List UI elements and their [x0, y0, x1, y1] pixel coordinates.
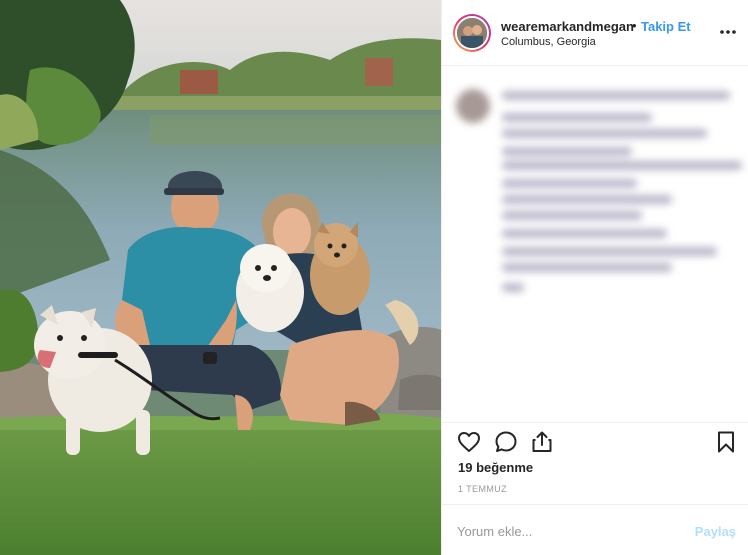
separator-dot: •: [632, 18, 637, 33]
post-photo[interactable]: [0, 0, 441, 555]
avatar[interactable]: [453, 14, 491, 52]
avatar-image: [455, 16, 489, 50]
location-link[interactable]: Columbus, Georgia: [501, 36, 596, 48]
blurred-line: [502, 113, 652, 122]
post-comment-button[interactable]: Paylaş: [695, 524, 736, 539]
heart-icon[interactable]: [456, 429, 482, 455]
bookmark-icon[interactable]: [713, 429, 739, 455]
blurred-line: [502, 91, 730, 100]
comment-icon[interactable]: [493, 429, 519, 455]
comment-bar: Paylaş: [442, 504, 748, 555]
blurred-line: [502, 195, 672, 204]
blurred-line: [502, 179, 637, 188]
more-options-icon[interactable]: [719, 23, 737, 41]
share-icon[interactable]: [529, 429, 555, 455]
post-actions: [442, 422, 748, 462]
blurred-caption: [442, 67, 748, 422]
blurred-line: [502, 229, 667, 238]
post-sidebar: wearemarkandmegan • Takip Et Columbus, G…: [441, 0, 748, 555]
blurred-line: [502, 247, 717, 256]
post-image: [0, 0, 441, 555]
comments-area: [442, 67, 748, 422]
blurred-line: [502, 283, 524, 292]
blurred-line: [502, 147, 632, 156]
blurred-line: [502, 129, 707, 138]
post-header: wearemarkandmegan • Takip Et Columbus, G…: [442, 0, 748, 66]
blurred-line: [502, 263, 672, 272]
blurred-line: [502, 211, 642, 220]
comment-input[interactable]: [457, 521, 687, 541]
instagram-post: wearemarkandmegan • Takip Et Columbus, G…: [0, 0, 748, 555]
likes-count[interactable]: 19 beğenme: [458, 460, 533, 475]
blurred-line: [502, 161, 742, 170]
post-date[interactable]: 1 TEMMUZ: [458, 484, 507, 494]
follow-button[interactable]: Takip Et: [641, 19, 691, 34]
username-link[interactable]: wearemarkandmegan: [501, 19, 634, 34]
blurred-avatar: [456, 89, 490, 123]
